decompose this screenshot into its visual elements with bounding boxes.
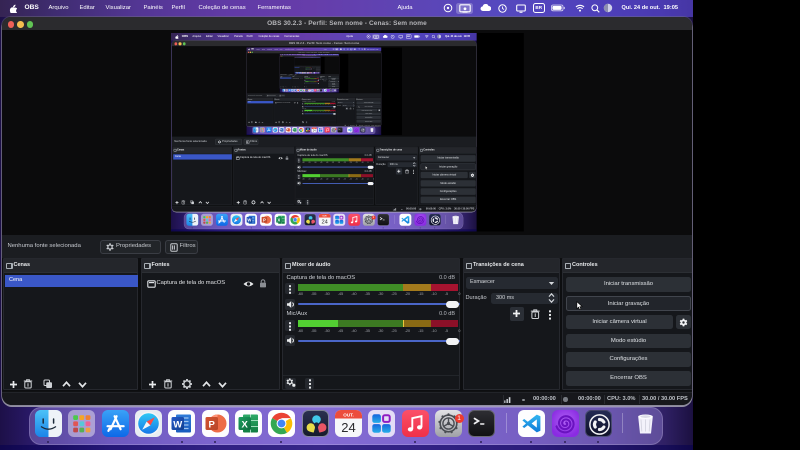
svg-text:OUT.: OUT.: [343, 412, 353, 417]
svg-text:24: 24: [308, 90, 310, 91]
svg-text:X: X: [277, 217, 280, 222]
svg-text:24: 24: [341, 419, 355, 434]
svg-text:OUT.: OUT.: [322, 215, 327, 217]
svg-text:X: X: [303, 72, 304, 73]
svg-text:X: X: [241, 419, 248, 430]
svg-text:P: P: [286, 129, 288, 131]
svg-text:24: 24: [321, 219, 328, 225]
svg-text:OUT.: OUT.: [308, 89, 310, 90]
svg-text:X: X: [300, 89, 301, 91]
svg-text:W: W: [280, 129, 282, 131]
svg-text:P: P: [208, 419, 215, 430]
svg-text:24: 24: [312, 129, 315, 132]
svg-text:24: 24: [307, 72, 308, 73]
svg-text:W: W: [247, 217, 251, 222]
svg-text:X: X: [293, 129, 295, 131]
svg-text:P: P: [262, 217, 265, 222]
svg-text:W: W: [173, 419, 182, 430]
